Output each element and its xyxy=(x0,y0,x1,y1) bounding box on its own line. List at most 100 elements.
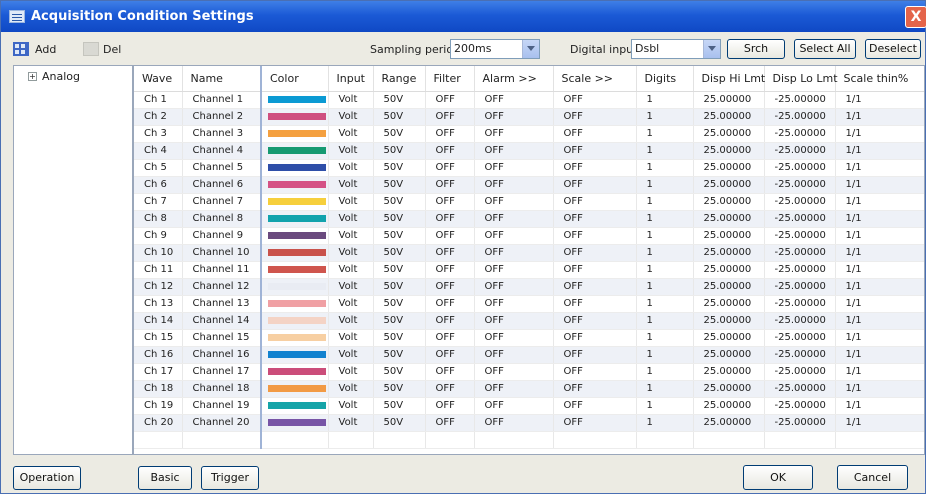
name-cell[interactable]: Channel 4 xyxy=(182,142,262,160)
alarm-cell[interactable]: OFF xyxy=(474,227,554,245)
disp-lo-cell[interactable]: -25.00000 xyxy=(764,380,836,398)
disp-lo-cell[interactable]: -25.00000 xyxy=(764,210,836,228)
disp-hi-cell[interactable]: 25.00000 xyxy=(693,193,765,211)
input-cell[interactable]: Volt xyxy=(328,108,374,126)
range-cell[interactable]: 50V xyxy=(373,108,426,126)
name-cell[interactable]: Channel 8 xyxy=(182,210,262,228)
filter-cell[interactable]: OFF xyxy=(425,380,475,398)
scale-cell[interactable]: OFF xyxy=(553,176,637,194)
table-row[interactable]: Ch 4 Channel 4 Volt 50V OFF OFF OFF 1 25.00000 -2… xyxy=(134,142,924,160)
trigger-button[interactable]: Trigger xyxy=(201,466,259,490)
alarm-cell[interactable]: OFF xyxy=(474,278,554,296)
operation-button[interactable]: Operation xyxy=(13,466,81,490)
scale-thin-cell[interactable]: 1/1 xyxy=(835,261,924,279)
color-swatch[interactable] xyxy=(268,197,326,205)
digits-cell[interactable]: 1 xyxy=(636,380,694,398)
digits-cell[interactable]: 1 xyxy=(636,244,694,262)
range-cell[interactable]: 50V xyxy=(373,210,426,228)
name-cell[interactable]: Channel 16 xyxy=(182,346,262,364)
color-swatch[interactable] xyxy=(268,367,326,375)
table-row[interactable]: Ch 14 Channel 14 Volt 50V OFF OFF OFF 1 25.00000… xyxy=(134,312,924,330)
scale-thin-cell[interactable]: 1/1 xyxy=(835,142,924,160)
disp-lo-cell[interactable]: -25.00000 xyxy=(764,278,836,296)
table-row[interactable]: Ch 10 Channel 10 Volt 50V OFF OFF OFF 1 25.00000… xyxy=(134,244,924,262)
range-cell[interactable]: 50V xyxy=(373,414,426,432)
color-swatch[interactable] xyxy=(268,418,326,426)
disp-lo-cell[interactable]: -25.00000 xyxy=(764,244,836,262)
range-cell[interactable]: 50V xyxy=(373,125,426,143)
color-swatch[interactable] xyxy=(268,350,326,358)
disp-lo-cell[interactable]: -25.00000 xyxy=(764,363,836,381)
disp-hi-cell[interactable]: 25.00000 xyxy=(693,91,765,109)
alarm-cell[interactable]: OFF xyxy=(474,91,554,109)
filter-cell[interactable]: OFF xyxy=(425,125,475,143)
table-row[interactable]: Ch 20 Channel 20 Volt 50V OFF OFF OFF 1 25.00000… xyxy=(134,414,924,432)
column-header[interactable]: Alarm >> xyxy=(474,66,554,92)
filter-cell[interactable]: OFF xyxy=(425,329,475,347)
color-swatch[interactable] xyxy=(268,180,326,188)
filter-cell[interactable]: OFF xyxy=(425,142,475,160)
table-row[interactable]: Ch 3 Channel 3 Volt 50V OFF OFF OFF 1 25.00000 -2… xyxy=(134,125,924,143)
digits-cell[interactable]: 1 xyxy=(636,91,694,109)
disp-hi-cell[interactable]: 25.00000 xyxy=(693,142,765,160)
alarm-cell[interactable]: OFF xyxy=(474,244,554,262)
alarm-cell[interactable]: OFF xyxy=(474,312,554,330)
table-row[interactable]: Ch 16 Channel 16 Volt 50V OFF OFF OFF 1 25.00000… xyxy=(134,346,924,364)
scale-cell[interactable]: OFF xyxy=(553,159,637,177)
range-cell[interactable]: 50V xyxy=(373,312,426,330)
column-header[interactable]: Disp Lo Lmt xyxy=(764,66,838,92)
select-all-button[interactable]: Select All xyxy=(794,39,856,59)
scale-thin-cell[interactable]: 1/1 xyxy=(835,312,924,330)
disp-lo-cell[interactable]: -25.00000 xyxy=(764,329,836,347)
input-cell[interactable]: Volt xyxy=(328,193,374,211)
alarm-cell[interactable]: OFF xyxy=(474,380,554,398)
digits-cell[interactable]: 1 xyxy=(636,363,694,381)
tree-node-analog[interactable]: + Analog xyxy=(28,70,80,83)
digits-cell[interactable]: 1 xyxy=(636,227,694,245)
color-swatch[interactable] xyxy=(268,265,326,273)
color-swatch[interactable] xyxy=(268,299,326,307)
color-cell[interactable] xyxy=(261,244,329,262)
wave-cell[interactable]: Ch 13 xyxy=(134,295,183,313)
color-swatch[interactable] xyxy=(268,129,326,137)
color-swatch[interactable] xyxy=(268,163,326,171)
disp-lo-cell[interactable]: -25.00000 xyxy=(764,108,836,126)
scale-thin-cell[interactable]: 1/1 xyxy=(835,227,924,245)
digits-cell[interactable]: 1 xyxy=(636,108,694,126)
input-cell[interactable]: Volt xyxy=(328,261,374,279)
alarm-cell[interactable]: OFF xyxy=(474,329,554,347)
column-header[interactable]: Filter xyxy=(425,66,475,92)
disp-lo-cell[interactable]: -25.00000 xyxy=(764,91,836,109)
disp-lo-cell[interactable]: -25.00000 xyxy=(764,346,836,364)
scale-cell[interactable]: OFF xyxy=(553,397,637,415)
disp-lo-cell[interactable]: -25.00000 xyxy=(764,176,836,194)
filter-cell[interactable]: OFF xyxy=(425,278,475,296)
input-cell[interactable]: Volt xyxy=(328,125,374,143)
column-header[interactable]: Name xyxy=(182,66,262,92)
scale-thin-cell[interactable]: 1/1 xyxy=(835,278,924,296)
input-cell[interactable]: Volt xyxy=(328,227,374,245)
color-cell[interactable] xyxy=(261,261,329,279)
color-swatch[interactable] xyxy=(268,231,326,239)
input-cell[interactable]: Volt xyxy=(328,363,374,381)
color-swatch[interactable] xyxy=(268,248,326,256)
filter-cell[interactable]: OFF xyxy=(425,227,475,245)
color-swatch[interactable] xyxy=(268,112,326,120)
color-cell[interactable] xyxy=(261,193,329,211)
range-cell[interactable]: 50V xyxy=(373,142,426,160)
close-button[interactable]: X xyxy=(905,6,926,28)
filter-cell[interactable]: OFF xyxy=(425,312,475,330)
disp-hi-cell[interactable]: 25.00000 xyxy=(693,210,765,228)
alarm-cell[interactable]: OFF xyxy=(474,346,554,364)
input-cell[interactable]: Volt xyxy=(328,329,374,347)
filter-cell[interactable]: OFF xyxy=(425,244,475,262)
color-swatch[interactable] xyxy=(268,384,326,392)
color-swatch[interactable] xyxy=(268,214,326,222)
disp-hi-cell[interactable]: 25.00000 xyxy=(693,125,765,143)
wave-cell[interactable]: Ch 16 xyxy=(134,346,183,364)
color-swatch[interactable] xyxy=(268,95,326,103)
table-row[interactable]: Ch 11 Channel 11 Volt 50V OFF OFF OFF 1 25.00000… xyxy=(134,261,924,279)
scale-thin-cell[interactable]: 1/1 xyxy=(835,397,924,415)
name-cell[interactable]: Channel 20 xyxy=(182,414,262,432)
input-cell[interactable]: Volt xyxy=(328,414,374,432)
